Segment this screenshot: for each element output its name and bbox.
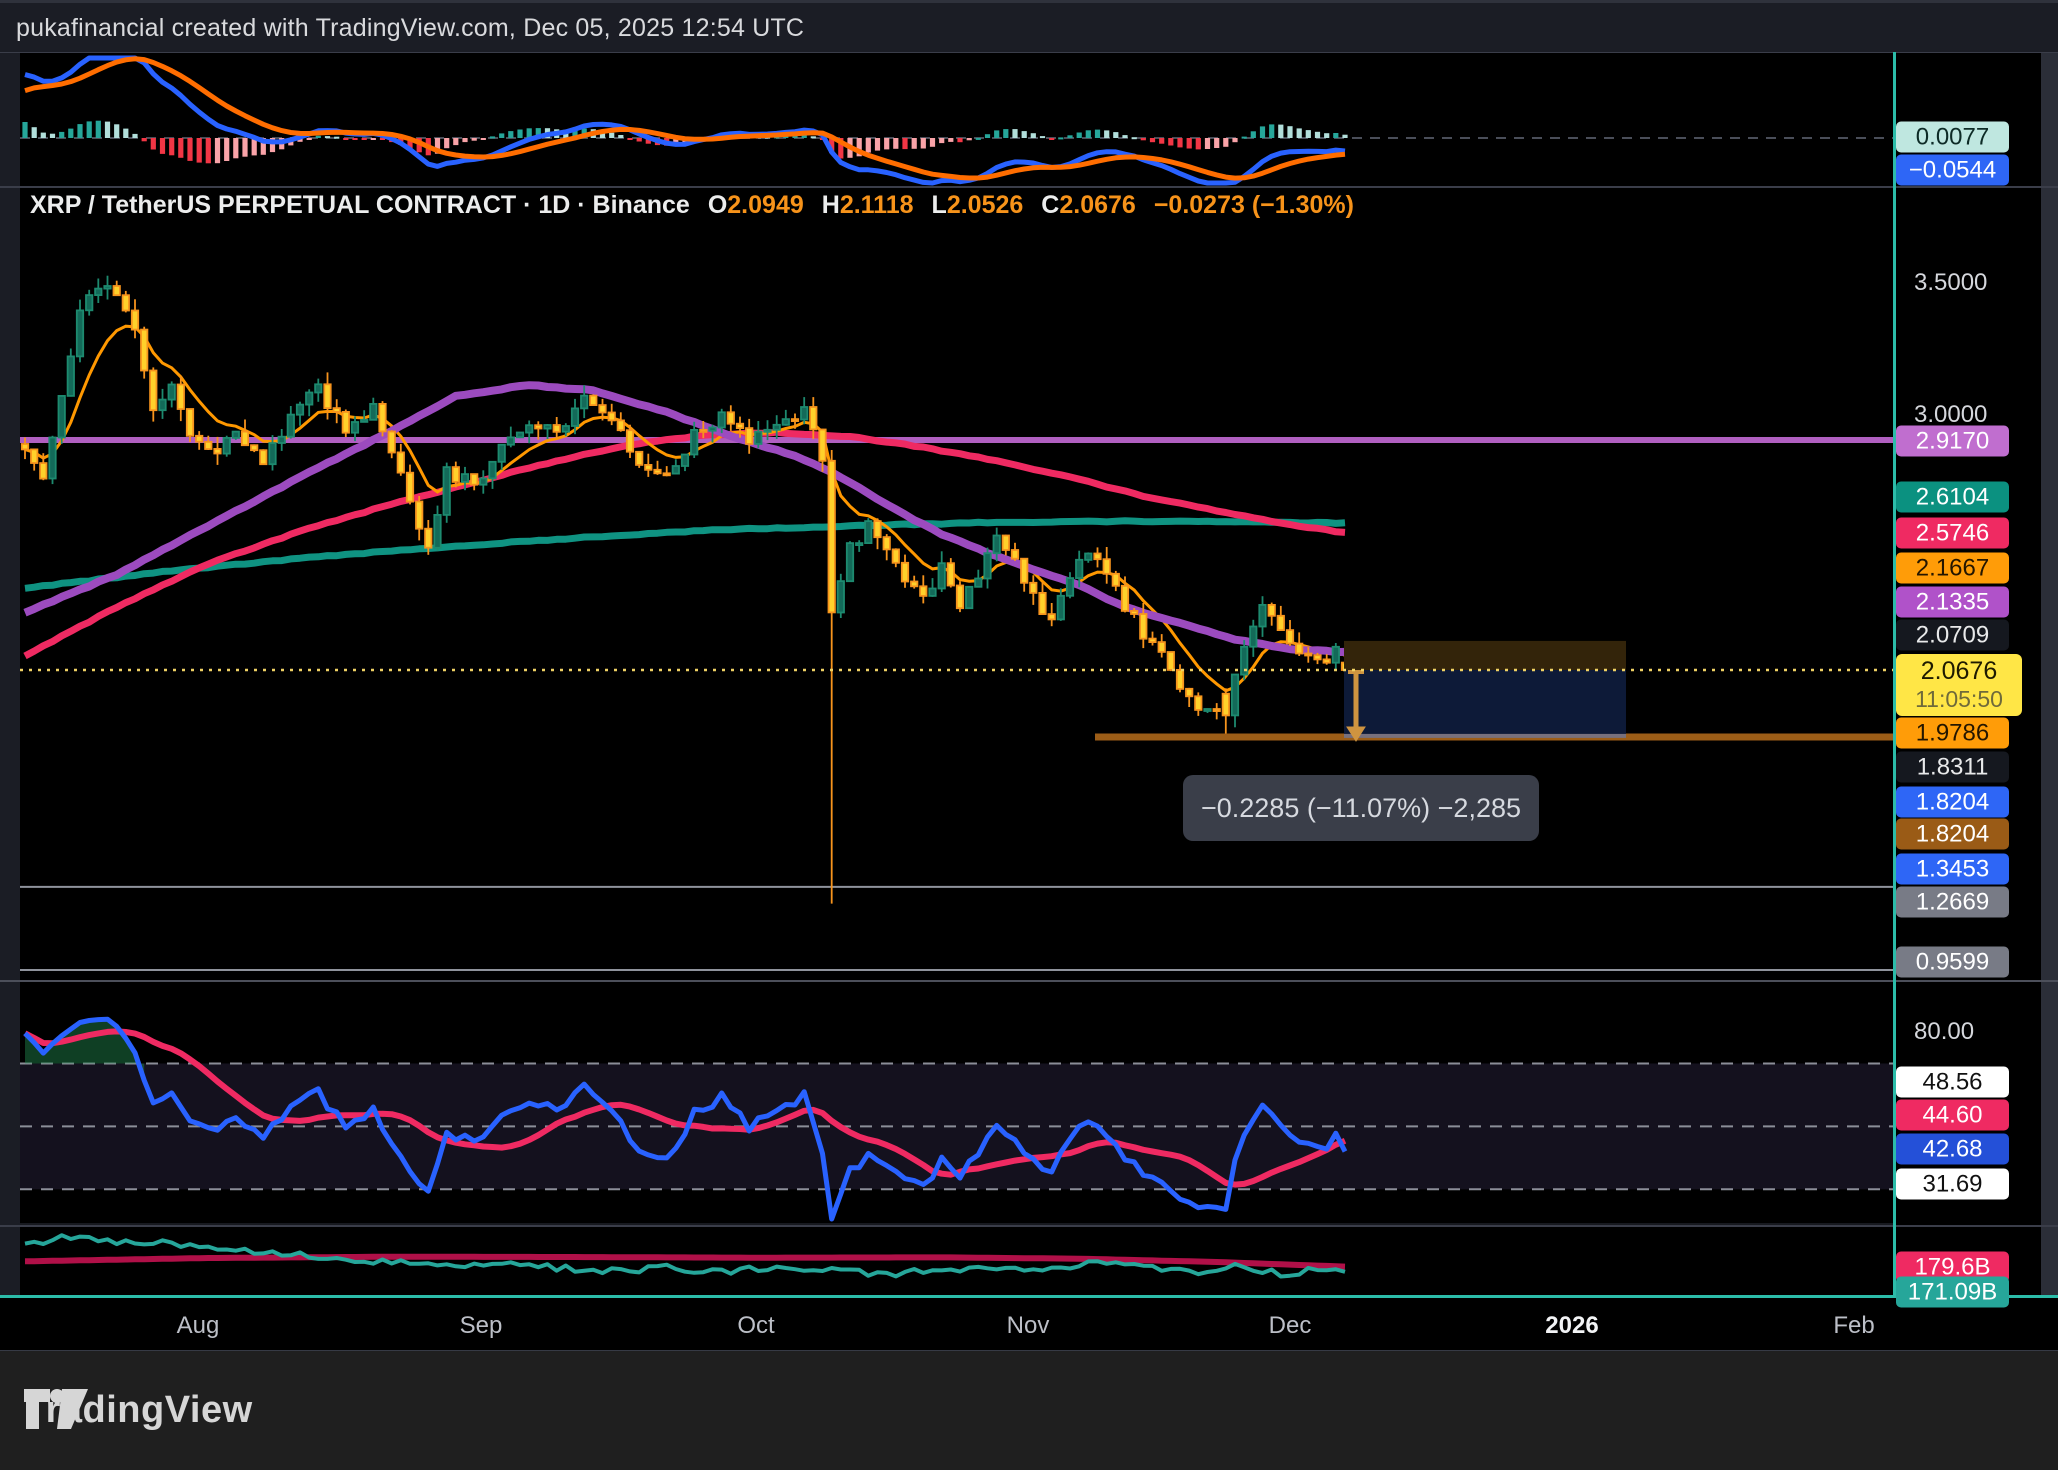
axis-price-label: 1.3453	[1896, 854, 2009, 885]
ohlc-key: H	[822, 191, 840, 219]
ohlc-key: L	[932, 191, 947, 219]
axis-price-label: 2.5746	[1896, 518, 2009, 549]
ohlc-values: O2.0949 H2.1118 L2.0526 C2.0676	[690, 191, 1136, 220]
axis-price-label: 1.9786	[1896, 718, 2009, 749]
axis-price-label: 1.8204	[1896, 819, 2009, 850]
time-axis-month: Dec	[1269, 1312, 1312, 1340]
change-value: −0.0273 (−1.30%)	[1154, 191, 1354, 220]
axis-price-label: 0.0077	[1896, 122, 2009, 153]
axis-price-label: 2.6104	[1896, 482, 2009, 513]
ohlc-key: O	[708, 191, 727, 219]
axis-price-label: 2.0709	[1896, 620, 2009, 651]
measure-tooltip: −0.2285 (−11.07%) −2,285	[1183, 775, 1539, 841]
time-axis-month: Sep	[460, 1312, 503, 1340]
axis-price-label: 1.8204	[1896, 787, 2009, 818]
pane-separator[interactable]	[0, 980, 2058, 982]
footer-bar: TradingView	[0, 1351, 2058, 1470]
axis-price-label: −0.0544	[1896, 155, 2009, 186]
ohlc-value: 2.0676	[1059, 191, 1135, 219]
bar-countdown: 11:05:50	[1915, 686, 2003, 712]
time-axis-month: Nov	[1007, 1312, 1050, 1340]
right-scrollbar-strip[interactable]	[2041, 52, 2058, 1350]
axis-price-label: 2.1335	[1896, 587, 2009, 618]
time-axis-month: Feb	[1833, 1312, 1874, 1340]
ohlc-value: 2.0526	[947, 191, 1023, 219]
tradingview-logo-icon	[24, 1389, 88, 1433]
tradingview-logo[interactable]: TradingView	[24, 1389, 253, 1432]
time-axis-month: Aug	[177, 1312, 220, 1340]
symbol-name[interactable]: XRP / TetherUS PERPETUAL CONTRACT · 1D ·…	[30, 191, 690, 220]
time-axis-month: Oct	[737, 1312, 774, 1340]
tradingview-chart-window: pukafinancial created with TradingView.c…	[0, 0, 2058, 1470]
axis-price-label: 48.56	[1896, 1067, 2009, 1098]
axis-price-label: 31.69	[1896, 1169, 2009, 1200]
axis-price-label: 44.60	[1896, 1100, 2009, 1131]
time-axis[interactable]: Aug Sep Oct Nov Dec 2026 Feb	[0, 1295, 2058, 1353]
pane-separator[interactable]	[0, 186, 2058, 188]
axis-price-label: 2.9170	[1896, 426, 2009, 457]
axis-price-label: 1.8311	[1896, 752, 2009, 783]
axis-price-label: 0.9599	[1896, 947, 2009, 978]
ohlc-value: 2.1118	[840, 191, 914, 219]
current-price-label: 2.067611:05:50	[1896, 654, 2022, 716]
time-axis-month: 2026	[1545, 1312, 1598, 1340]
axis-price-label: 2.1667	[1896, 553, 2009, 584]
axis-price-label: 171.09B	[1896, 1277, 2009, 1308]
pane-separator	[0, 52, 2058, 53]
ohlc-value: 2.0949	[727, 191, 803, 219]
axis-price-label: 42.68	[1896, 1134, 2009, 1165]
axis-price-label: 1.2669	[1896, 887, 2009, 918]
axis-tick: 80.00	[1914, 1018, 1974, 1046]
axis-tick: 3.5000	[1914, 269, 1987, 297]
pane-separator[interactable]	[0, 1225, 2058, 1227]
symbol-title-row[interactable]: XRP / TetherUS PERPETUAL CONTRACT · 1D ·…	[30, 188, 1354, 222]
ohlc-key: C	[1041, 191, 1059, 219]
current-price-value: 2.0676	[1921, 657, 1997, 686]
